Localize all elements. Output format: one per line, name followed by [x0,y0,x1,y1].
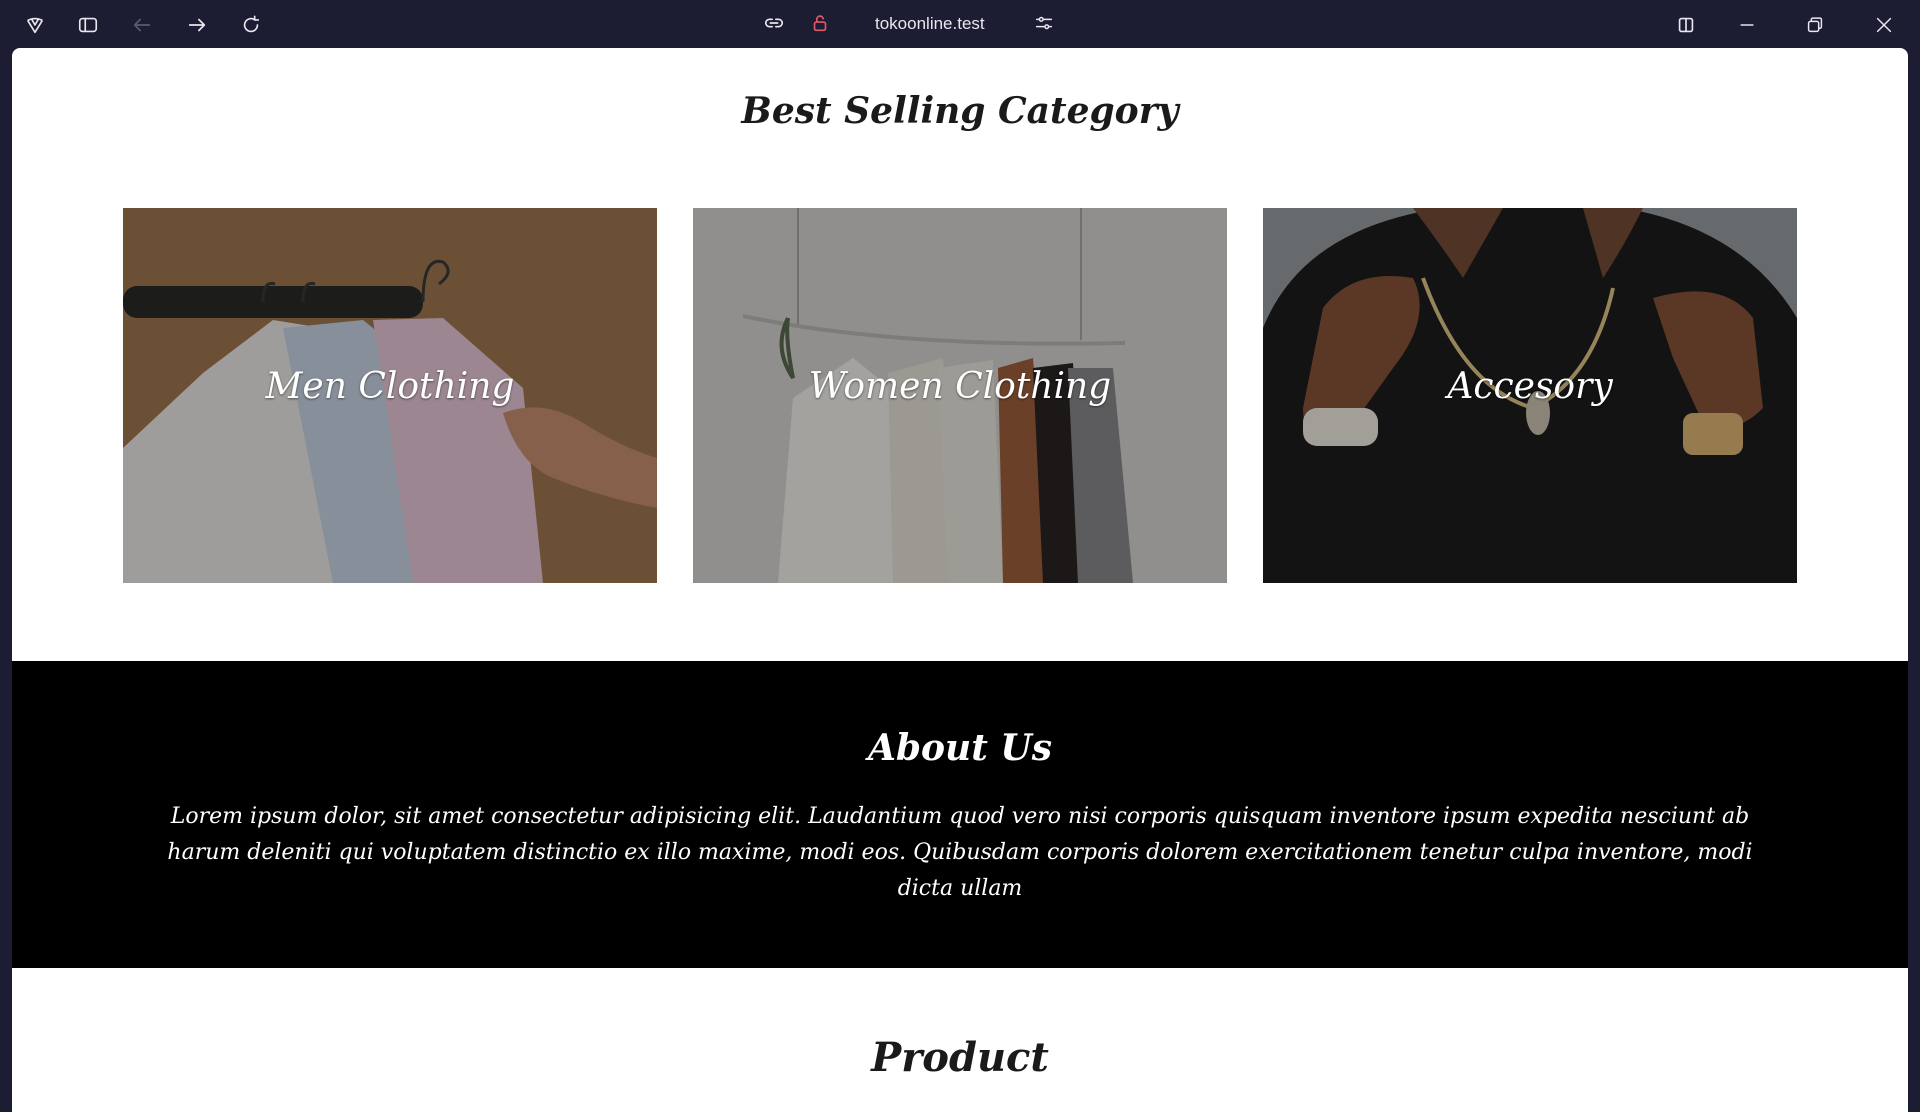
category-label: Accesory [1447,366,1613,407]
category-card-men-clothing[interactable]: Men Clothing [123,208,657,583]
forward-icon[interactable] [183,12,211,38]
app-logo-icon[interactable] [21,12,49,38]
category-cards: Men Clothing Women Clothing Accesory [123,208,1797,583]
product-title: Product [871,1034,1049,1081]
page-viewport: Best Selling Category Men Clothing Women… [12,48,1908,1112]
about-title: About Us [867,727,1053,769]
about-text: Lorem ipsum dolor, sit amet consectetur … [167,804,1753,901]
lock-icon[interactable] [806,10,834,36]
address-bar[interactable]: tokoonline.test [760,10,1060,40]
close-icon[interactable] [1870,12,1898,38]
browser-toolbar: tokoonline.test [0,0,1920,48]
restore-icon[interactable] [1801,12,1829,38]
category-label: Men Clothing [265,366,515,407]
category-card-accesory[interactable]: Accesory [1263,208,1797,583]
site-settings-icon[interactable] [1030,10,1058,36]
url-text[interactable]: tokoonline.test [875,14,985,34]
back-icon[interactable] [128,12,156,38]
split-view-icon[interactable] [1672,12,1700,38]
category-card-women-clothing[interactable]: Women Clothing [693,208,1227,583]
category-label: Women Clothing [808,366,1112,407]
reload-icon[interactable] [237,12,265,38]
about-section: About Us Lorem ipsum dolor, sit amet con… [12,661,1908,968]
link-icon[interactable] [760,10,788,36]
sidebar-toggle-icon[interactable] [74,12,102,38]
best-selling-title: Best Selling Category [741,90,1179,132]
minimize-icon[interactable] [1733,12,1761,38]
